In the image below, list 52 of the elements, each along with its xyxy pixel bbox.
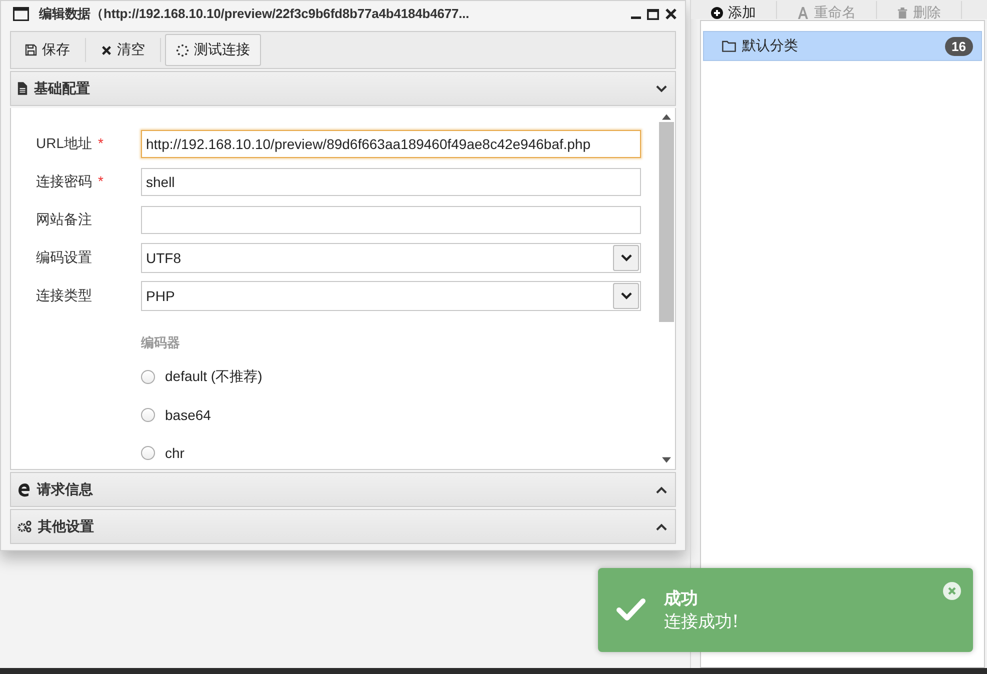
input-field[interactable]: http://192.168.10.10/preview/89d6f663aa189460f49ae8c42e946baf.php [141,130,641,158]
accordion-header[interactable]: 其他设置 [10,509,676,544]
scroll-down-arrow-icon[interactable] [662,457,670,463]
radio-label[interactable]: default (不推荐) [165,368,262,386]
radio-button[interactable] [141,446,155,460]
folder-icon [722,40,736,52]
field-label: 连接类型 [36,287,93,305]
close-icon[interactable] [665,8,677,20]
group-label: 编码器 [141,334,181,352]
dropdown-field[interactable]: UTF8 [141,243,641,273]
radio-label[interactable]: base64 [165,407,211,423]
category-label: 默认分类 [742,37,799,55]
radio-label[interactable]: chr [165,445,184,461]
toast-title: 成功 [664,588,698,610]
field-label: 连接密码 * [36,173,104,191]
close-icon [101,44,112,56]
input-field[interactable]: shell [141,168,641,196]
input-field[interactable] [141,206,641,234]
accordion-header[interactable]: 请求信息 [10,472,676,507]
trash-icon [897,7,908,19]
window-title: 编辑数据（http://192.168.10.10/preview/22f3c9b6fd8b77a4b4184b4677... [39,5,470,23]
field-label: URL地址 * [36,135,104,153]
edge-browser-icon [17,482,31,496]
letter-a-icon [797,7,809,19]
radio-button[interactable] [141,370,155,384]
field-label: 网站备注 [36,211,93,229]
spinner-icon [176,44,189,56]
chevron-down-icon[interactable] [620,254,632,262]
section-title: 请求信息 [37,480,94,498]
category-item[interactable]: 默认分类 16 [703,31,982,61]
chevron-down-icon[interactable] [620,292,632,300]
window-icon [13,7,29,21]
section-title: 基础配置 [34,80,91,98]
toolbar-button[interactable]: 保存 [14,34,81,66]
field-label: 编码设置 [36,249,93,267]
toolbar-button[interactable]: 清空 [90,34,156,66]
toolbar-button[interactable]: 测试连接 [165,34,261,66]
gears-icon [17,520,32,533]
count-badge: 16 [944,36,973,56]
checkmark-icon [616,598,646,622]
accordion-header[interactable]: 基础配置 [10,71,676,106]
section-title: 其他设置 [38,518,95,536]
chevron-down-icon[interactable] [656,84,667,92]
document-icon [17,82,28,95]
toast-message: 连接成功! [664,611,739,633]
maximize-icon[interactable] [647,8,659,20]
chevron-up-icon[interactable] [656,486,667,494]
dropdown-field[interactable]: PHP [141,281,641,311]
scroll-up-arrow-icon[interactable] [662,114,670,120]
chevron-up-icon[interactable] [656,522,667,530]
radio-button[interactable] [141,408,155,422]
toolbar-button[interactable]: 添加 [691,1,777,19]
